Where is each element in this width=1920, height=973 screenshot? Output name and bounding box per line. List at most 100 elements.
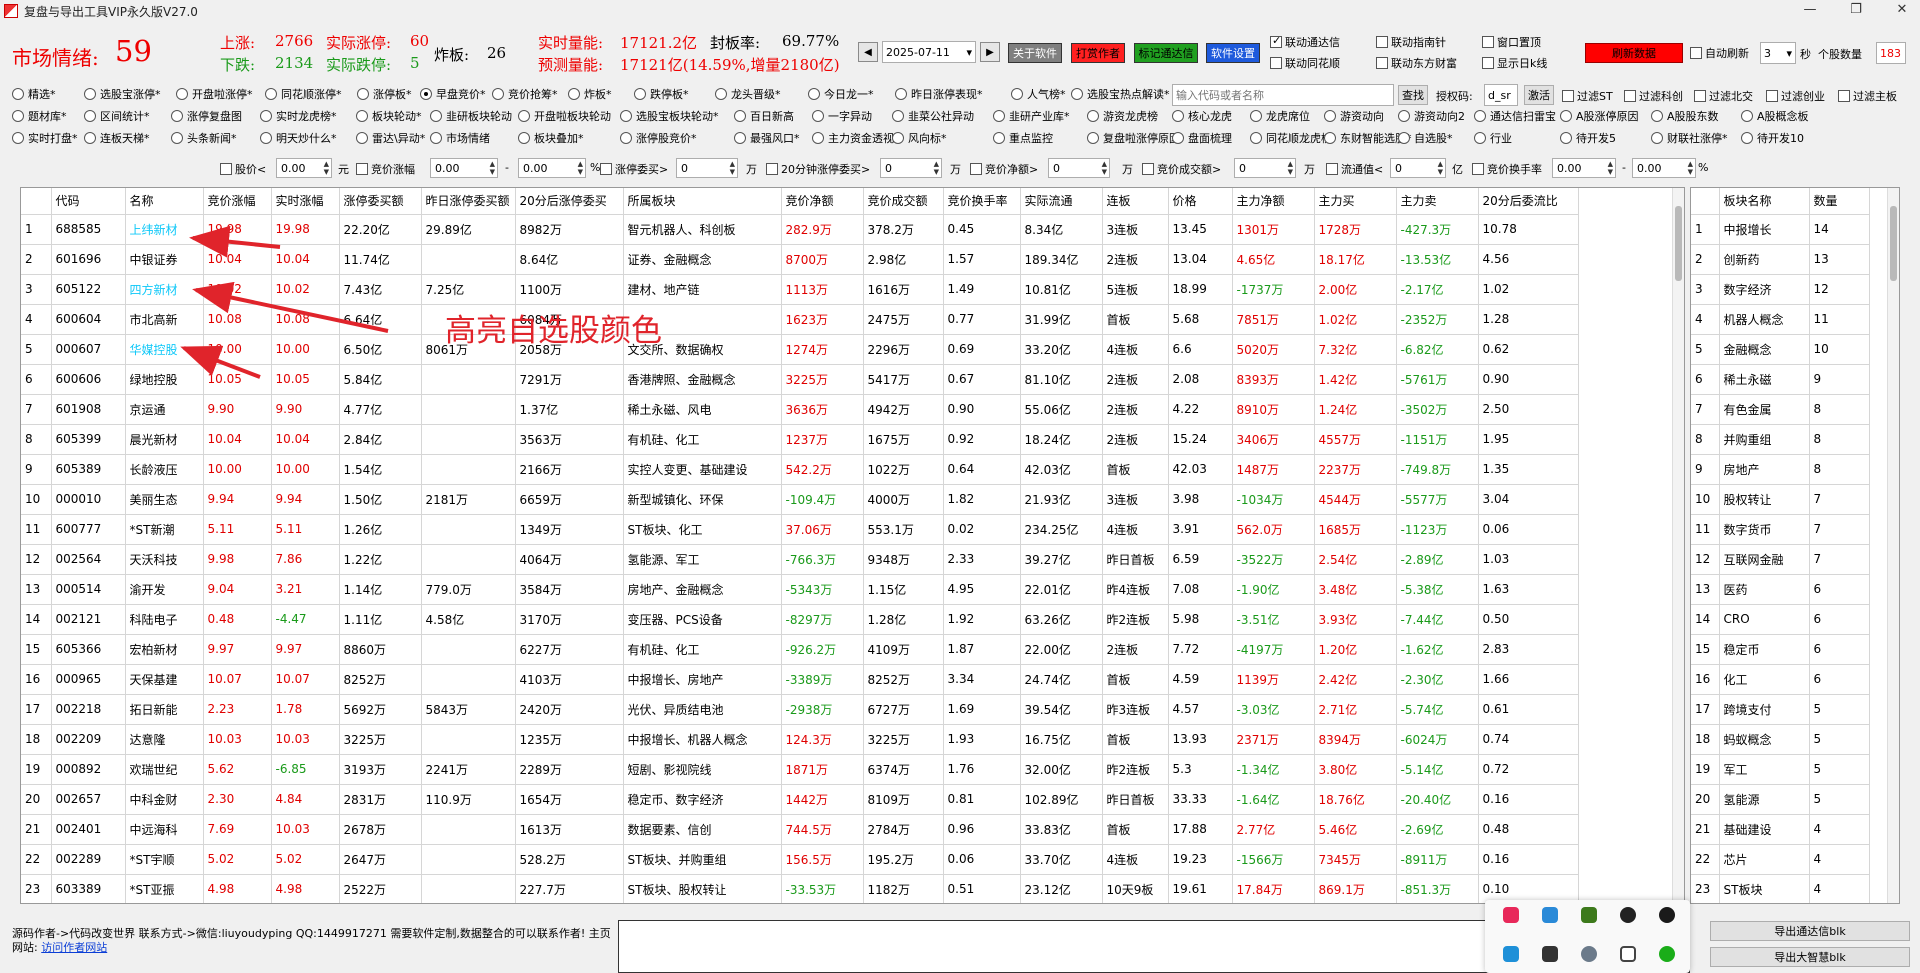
sector-row[interactable]: 11 数字货币 7 [1691, 514, 1870, 545]
radio-row3-14[interactable]: 同花顺龙虎榜 [1250, 130, 1332, 146]
table-row[interactable]: 18 002209 达意隆 10.03 10.03 3225万 1235万 中报增长、机器人概… [21, 724, 1579, 755]
activate-button[interactable]: 激活 [1524, 85, 1554, 105]
sector-row[interactable]: 16 化工 6 [1691, 664, 1870, 695]
radio-row1-7[interactable]: 炸板* [568, 86, 612, 102]
bid-change-min-spinner[interactable]: 0.00 ▲ ▼ [430, 158, 498, 178]
float-value-spinner[interactable]: 0 ▲ ▼ [1390, 158, 1446, 178]
radio-row2-16[interactable]: 游资动向2 [1398, 108, 1465, 124]
sector-row[interactable]: 15 稳定币 6 [1691, 634, 1870, 665]
column-header[interactable]: 竞价涨幅 [203, 188, 272, 215]
limit-order-spinner[interactable]: 0 ▲ ▼ [676, 158, 738, 178]
column-header[interactable]: 实际流通 [1020, 188, 1103, 215]
tray-app-icon[interactable] [1542, 946, 1558, 962]
search-input[interactable] [1172, 84, 1394, 106]
table-row[interactable]: 12 002564 天沃科技 9.98 7.86 1.22亿 4064万 氢能源、军工 -766… [21, 544, 1579, 575]
minimize-icon[interactable]: — [1798, 2, 1822, 17]
table-row[interactable]: 11 600777 *ST新潮 5.11 5.11 1.26亿 1349万 ST板块、化工 37… [21, 514, 1579, 545]
sector-row[interactable]: 20 氢能源 5 [1691, 784, 1870, 815]
radio-row3-2[interactable]: 头条新闻* [171, 130, 237, 146]
radio-row1-12[interactable]: 人气榜* [1011, 86, 1066, 102]
column-header[interactable] [21, 188, 52, 215]
auth-code-input[interactable]: d_sr [1484, 84, 1518, 106]
sector-row[interactable]: 19 军工 5 [1691, 754, 1870, 785]
sector-row[interactable]: 1 中报增长 14 [1691, 214, 1870, 245]
nvidia-icon[interactable] [1581, 907, 1597, 923]
table-row[interactable]: 8 605399 晨光新材 10.04 10.04 2.84亿 3563万 有机硅、化工 123… [21, 424, 1579, 455]
radio-row2-12[interactable]: 游资龙虎榜 [1087, 108, 1158, 124]
column-header[interactable]: 竞价净额 [781, 188, 864, 215]
radio-row3-3[interactable]: 明天炒什么* [260, 130, 337, 146]
radio-row1-6[interactable]: 竞价抢筹* [492, 86, 558, 102]
radio-row3-19[interactable]: 财联社涨停* [1651, 130, 1728, 146]
show-k-checkbox[interactable]: 显示日k线 [1482, 55, 1547, 71]
turnover-checkbox[interactable]: 竞价换手率 [1472, 161, 1542, 177]
radio-row2-6[interactable]: 开盘啦板块轮动 [518, 108, 611, 124]
order20-checkbox[interactable]: 20分钟涨停委买> [766, 161, 870, 177]
auto-refresh-checkbox[interactable]: 自动刷新 [1690, 45, 1749, 61]
radio-row3-7[interactable]: 涨停股竞价* [620, 130, 697, 146]
search-button[interactable]: 查找 [1398, 85, 1428, 105]
network-icon[interactable] [1581, 946, 1597, 962]
radio-row2-8[interactable]: 百日新高 [734, 108, 794, 124]
author-website-link[interactable]: 访问作者网站 [41, 941, 107, 954]
table-row[interactable]: 2 601696 中银证券 10.04 10.04 11.74亿 8.64亿 证券、金融概念 8… [21, 244, 1579, 275]
sector-row[interactable]: 4 机器人概念 11 [1691, 304, 1870, 335]
qq-icon[interactable] [1659, 907, 1675, 923]
link-compass-checkbox[interactable]: 联动指南针 [1376, 34, 1446, 50]
bid-net-checkbox[interactable]: 竞价净额> [970, 161, 1038, 177]
sector-row[interactable]: 8 并购重组 8 [1691, 424, 1870, 455]
radio-row1-2[interactable]: 开盘啦涨停* [176, 86, 253, 102]
radio-row2-3[interactable]: 实时龙虎榜* [260, 108, 337, 124]
radio-row3-16[interactable]: 自选股* [1398, 130, 1453, 146]
stock-table[interactable]: 代码 名称 竞价涨幅 实时涨幅 涨停委买额 昨日涨停委买额 20分后涨停委买 所属板块 竞价净额… [20, 187, 1685, 904]
sector-row[interactable]: 7 有色金属 8 [1691, 394, 1870, 425]
table-row[interactable]: 16 000965 天保基建 10.07 10.07 8252万 4103万 中报增长、房地产… [21, 664, 1579, 695]
radio-row3-6[interactable]: 板块叠加* [518, 130, 584, 146]
table-row[interactable]: 6 600606 绿地控股 10.05 10.05 5.84亿 7291万 香港牌照、金融概念… [21, 364, 1579, 395]
radio-row2-18[interactable]: A股涨停原因 [1560, 108, 1639, 124]
export-dzh-button[interactable]: 导出大智慧blk [1710, 947, 1910, 967]
window-top-checkbox[interactable]: 窗口置顶 [1482, 34, 1541, 50]
sector-row[interactable]: 9 房地产 8 [1691, 454, 1870, 485]
radio-row3-11[interactable]: 重点监控 [993, 130, 1053, 146]
sector-row[interactable]: 22 芯片 4 [1691, 844, 1870, 875]
refresh-button[interactable]: 刷新数据 [1585, 43, 1683, 63]
column-header[interactable]: 连板 [1102, 188, 1169, 215]
column-header[interactable]: 实时涨幅 [271, 188, 340, 215]
table-row[interactable]: 1 688585 上纬新材 19.98 19.98 22.20亿 29.89亿 8982万 智元… [21, 214, 1579, 245]
table-row[interactable]: 17 002218 拓日新能 2.23 1.78 5692万 5843万 2420万 光伏、异质… [21, 694, 1579, 725]
price-filter-checkbox[interactable]: 股价< [220, 161, 266, 177]
mark-tdx-button[interactable]: 标记通达信 [1134, 43, 1198, 63]
table-row[interactable]: 23 603389 *ST亚振 4.98 4.98 2522万 227.7万 ST板块、股权转… [21, 874, 1579, 903]
interval-select[interactable]: 3 ▾ [1760, 42, 1796, 64]
sector-row[interactable]: 17 跨境支付 5 [1691, 694, 1870, 725]
column-header[interactable]: 主力买 [1314, 188, 1397, 215]
sector-row[interactable]: 14 CRO 6 [1691, 604, 1870, 635]
radio-row2-14[interactable]: 龙虎席位 [1250, 108, 1310, 124]
sector-row[interactable]: 23 ST板块 4 [1691, 874, 1870, 903]
price-spinner[interactable]: 0.00 ▲ ▼ [276, 158, 332, 178]
bid-amount-checkbox[interactable]: 竞价成交额> [1142, 161, 1221, 177]
radio-row1-10[interactable]: 今日龙一* [808, 86, 874, 102]
radio-row2-15[interactable]: 游资动向 [1324, 108, 1384, 124]
table-row[interactable]: 9 605389 长龄液压 10.00 10.00 1.54亿 2166万 实控人变更、基础建… [21, 454, 1579, 485]
limit-order-checkbox[interactable]: 涨停委买> [600, 161, 668, 177]
radio-row2-11[interactable]: 韭研产业库* [993, 108, 1070, 124]
radio-row3-17[interactable]: 行业 [1474, 130, 1512, 146]
tray-app-icon[interactable] [1542, 907, 1558, 923]
scrollbar-thumb[interactable] [1675, 206, 1682, 281]
radio-row2-13[interactable]: 核心龙虎 [1172, 108, 1232, 124]
next-date-button[interactable]: ▶ [980, 42, 1000, 62]
tray-app-icon[interactable] [1503, 946, 1519, 962]
table-row[interactable]: 20 002657 中科金财 2.30 4.84 2831万 110.9万 1654万 稳定币、… [21, 784, 1579, 815]
date-picker[interactable]: 2025-07-11 ▾ [882, 41, 976, 63]
table-row[interactable]: 7 601908 京运通 9.90 9.90 4.77亿 1.37亿 稀土永磁、风电 3636万… [21, 394, 1579, 425]
column-header[interactable]: 板块名称 [1719, 188, 1810, 215]
prev-date-button[interactable]: ◀ [858, 42, 878, 62]
column-header[interactable]: 所属板块 [623, 188, 782, 215]
column-header[interactable]: 涨停委买额 [339, 188, 422, 215]
table-row[interactable]: 13 000514 渝开发 9.04 3.21 1.14亿 779.0万 3584万 房地产、金… [21, 574, 1579, 605]
sector-row[interactable]: 5 金融概念 10 [1691, 334, 1870, 365]
radio-row3-10[interactable]: 风向标* [892, 130, 947, 146]
radio-row1-13[interactable]: 选股宝热点解读* [1071, 86, 1170, 102]
